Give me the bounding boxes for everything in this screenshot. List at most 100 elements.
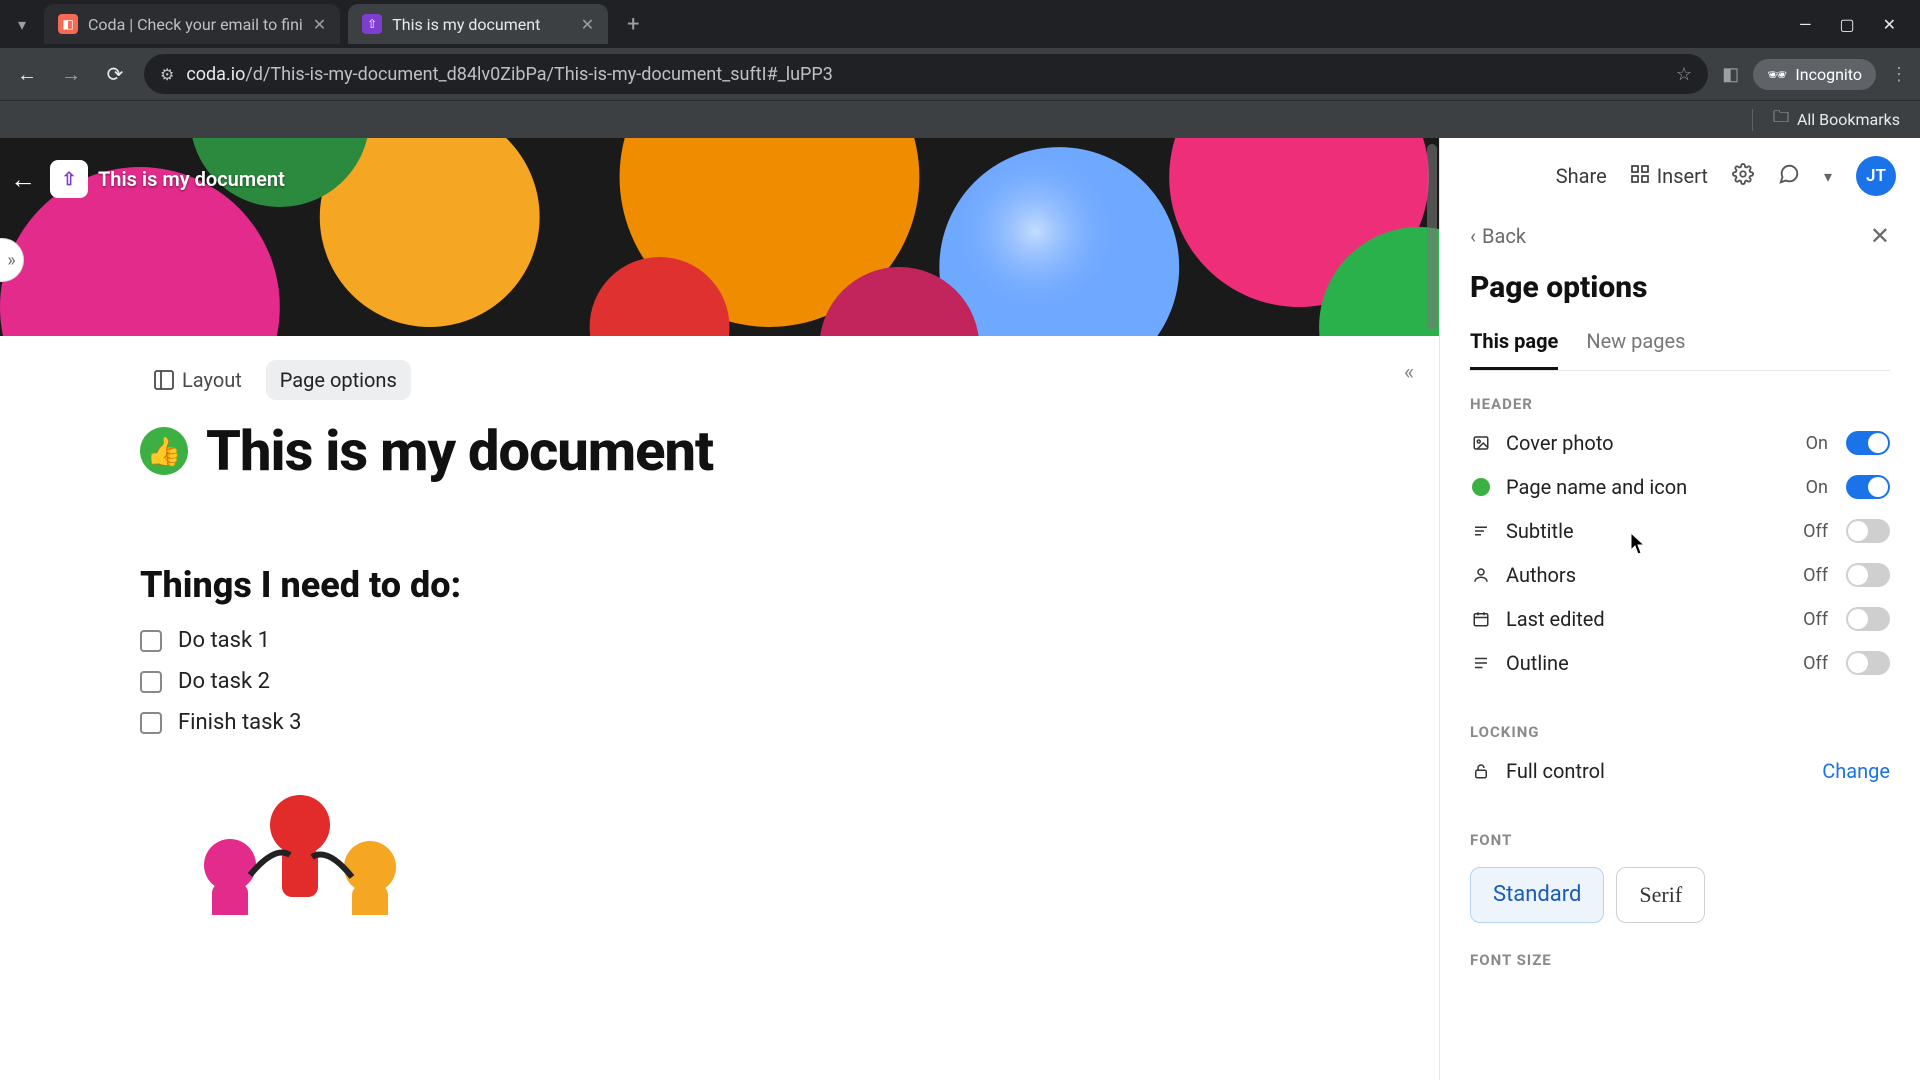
- task-label[interactable]: Do task 2: [178, 669, 270, 694]
- close-icon[interactable]: ✕: [313, 15, 326, 34]
- task-checkbox[interactable]: [140, 671, 162, 693]
- comments-dropdown-icon[interactable]: ▾: [1824, 167, 1832, 186]
- scrollbar[interactable]: [1427, 144, 1437, 330]
- panel-tabs: This page New pages: [1470, 329, 1890, 371]
- side-panel-icon[interactable]: ◧: [1722, 64, 1739, 85]
- maximize-button[interactable]: ▢: [1839, 15, 1854, 34]
- option-label: Cover photo: [1506, 431, 1792, 455]
- option-label: Page name and icon: [1506, 475, 1792, 499]
- page-options-label: Page options: [280, 368, 397, 392]
- tab-document[interactable]: ⇧ This is my document ✕: [348, 4, 608, 44]
- option-toggle[interactable]: [1846, 563, 1890, 587]
- forward-button[interactable]: →: [56, 59, 86, 89]
- task-checkbox[interactable]: [140, 630, 162, 652]
- minimize-button[interactable]: —: [1799, 15, 1812, 34]
- doc-header-bar: ← ⇧ This is my document: [10, 160, 285, 198]
- option-toggle[interactable]: [1846, 607, 1890, 631]
- panel-back-label: Back: [1482, 224, 1526, 248]
- insert-icon: [1631, 164, 1649, 188]
- user-avatar[interactable]: JT: [1856, 156, 1896, 196]
- font-options: Standard Serif: [1470, 867, 1890, 923]
- url-text: coda.io/d/This-is-my-document_d84lv0ZibP…: [186, 64, 1664, 85]
- locking-label: Full control: [1506, 759, 1808, 783]
- task-label[interactable]: Do task 1: [178, 628, 270, 653]
- task-row: Do task 1: [140, 628, 1299, 653]
- share-label: Share: [1556, 164, 1607, 188]
- tab-this-page[interactable]: This page: [1470, 329, 1558, 370]
- browser-menu-button[interactable]: ⋮: [1890, 64, 1908, 85]
- option-toggle[interactable]: [1846, 431, 1890, 455]
- share-button[interactable]: Share: [1556, 164, 1607, 188]
- layout-label: Layout: [182, 368, 242, 392]
- doc-back-button[interactable]: ←: [10, 164, 36, 195]
- cover-photo[interactable]: ← ⇧ This is my document »: [0, 138, 1439, 336]
- tab-search-dropdown[interactable]: ▾: [8, 10, 36, 38]
- comments-button[interactable]: [1778, 163, 1800, 189]
- page-title[interactable]: This is my document: [206, 418, 713, 484]
- page-heading: 👍 This is my document: [140, 418, 1299, 484]
- incognito-indicator[interactable]: 🕶 Incognito: [1753, 59, 1876, 90]
- doc-favicon-icon: ⇧: [362, 14, 382, 34]
- tab-new-pages[interactable]: New pages: [1586, 329, 1685, 370]
- task-list: Do task 1 Do task 2 Finish task 3: [140, 628, 1299, 735]
- header-option-row: SubtitleOff: [1470, 519, 1890, 543]
- all-bookmarks-button[interactable]: 🗀 All Bookmarks: [1773, 106, 1900, 133]
- header-options: Cover photo On Page name and iconOn Subtitl…: [1470, 431, 1890, 675]
- header-option-row: OutlineOff: [1470, 651, 1890, 675]
- lock-icon: [1470, 762, 1492, 780]
- section-title[interactable]: Things I need to do:: [140, 564, 1299, 606]
- calendar-icon: [1470, 610, 1492, 628]
- option-state: Off: [1803, 565, 1828, 586]
- task-row: Finish task 3: [140, 710, 1299, 735]
- panel-back-button[interactable]: ‹ Back: [1470, 224, 1526, 248]
- page-emoji-icon[interactable]: 👍: [140, 427, 188, 475]
- address-bar: ← → ⟳ ⚙ coda.io/d/This-is-my-document_d8…: [0, 48, 1920, 100]
- option-label: Outline: [1506, 651, 1789, 675]
- panel-title: Page options: [1470, 270, 1890, 305]
- bookmark-star-icon[interactable]: ☆: [1676, 64, 1692, 85]
- incognito-label: Incognito: [1795, 65, 1862, 84]
- tab-title: Coda | Check your email to fini: [88, 15, 303, 34]
- site-info-icon[interactable]: ⚙: [160, 65, 174, 84]
- font-serif-button[interactable]: Serif: [1616, 867, 1705, 923]
- window-controls: — ▢ ✕: [1799, 15, 1912, 34]
- doc-icon: ⇧: [50, 160, 88, 198]
- url-input[interactable]: ⚙ coda.io/d/This-is-my-document_d84lv0Zi…: [144, 54, 1708, 94]
- incognito-icon: 🕶: [1767, 65, 1787, 84]
- tab-coda-email[interactable]: ◧ Coda | Check your email to fini ✕: [44, 4, 340, 44]
- divider: [1752, 109, 1753, 131]
- outline-icon: [1470, 654, 1492, 672]
- task-checkbox[interactable]: [140, 712, 162, 734]
- page-toolbar: Layout Page options: [140, 360, 1299, 400]
- layout-icon: [154, 370, 174, 390]
- doc-chip[interactable]: ⇧ This is my document: [50, 160, 285, 198]
- back-button[interactable]: ←: [12, 59, 42, 89]
- option-label: Authors: [1506, 563, 1789, 587]
- font-standard-button[interactable]: Standard: [1470, 867, 1604, 923]
- doc-body: Layout Page options 👍 This is my documen…: [0, 336, 1439, 959]
- locking-change-button[interactable]: Change: [1822, 759, 1890, 783]
- close-window-button[interactable]: ✕: [1883, 15, 1896, 34]
- header-option-row: Page name and iconOn: [1470, 475, 1890, 499]
- option-state: On: [1806, 433, 1828, 454]
- option-toggle[interactable]: [1846, 519, 1890, 543]
- all-bookmarks-label: All Bookmarks: [1797, 110, 1900, 129]
- collapse-panel-button[interactable]: «: [1393, 356, 1425, 388]
- header-option-row: Authors Off: [1470, 563, 1890, 587]
- page-options-button[interactable]: Page options: [266, 360, 411, 400]
- task-label[interactable]: Finish task 3: [178, 710, 301, 735]
- reload-button[interactable]: ⟳: [100, 59, 130, 89]
- option-toggle[interactable]: [1846, 475, 1890, 499]
- close-icon[interactable]: ✕: [581, 15, 594, 34]
- option-toggle[interactable]: [1846, 651, 1890, 675]
- settings-gear-icon[interactable]: [1732, 163, 1754, 189]
- locking-group-label: LOCKING: [1470, 723, 1890, 741]
- insert-button[interactable]: Insert: [1631, 164, 1708, 188]
- coda-favicon-icon: ◧: [58, 14, 78, 34]
- app-content: Share Insert ▾ JT: [0, 138, 1920, 1080]
- panel-top: ‹ Back ✕: [1470, 222, 1890, 250]
- layout-button[interactable]: Layout: [140, 360, 256, 400]
- panel-close-button[interactable]: ✕: [1870, 222, 1890, 250]
- page-emoji-icon: [1470, 478, 1492, 496]
- new-tab-button[interactable]: +: [616, 7, 650, 41]
